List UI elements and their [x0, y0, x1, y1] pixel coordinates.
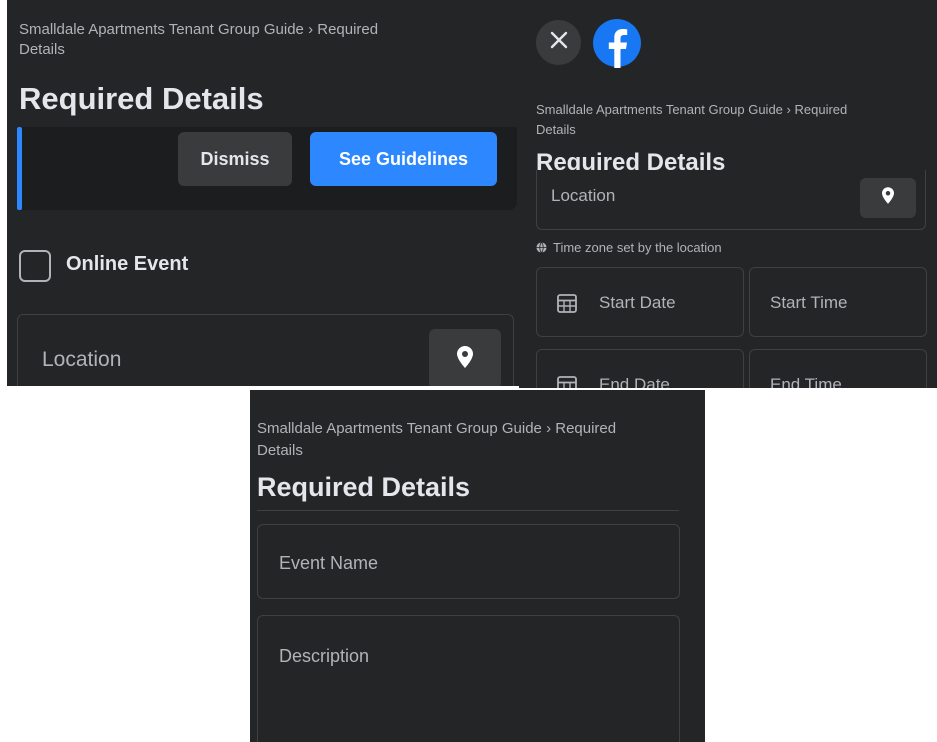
title-divider — [257, 510, 679, 511]
see-guidelines-button[interactable]: See Guidelines — [310, 132, 497, 186]
timezone-note: Time zone set by the location — [536, 240, 722, 255]
breadcrumb: Smalldale Apartments Tenant Group Guide … — [19, 20, 499, 60]
end-date-field[interactable]: End Date — [536, 349, 744, 388]
breadcrumb-current: Required — [794, 102, 848, 117]
guidelines-banner: Dismiss See Guidelines — [17, 127, 517, 210]
location-field[interactable]: Location — [17, 314, 514, 386]
start-time-field[interactable]: Start Time — [749, 267, 927, 337]
breadcrumb-group-link[interactable]: Smalldale Apartments Tenant Group Guide — [536, 102, 783, 117]
online-event-label: Online Event — [66, 253, 189, 275]
end-date-placeholder: End Date — [599, 375, 670, 388]
start-date-placeholder: Start Date — [599, 293, 676, 312]
facebook-logo-icon[interactable] — [592, 18, 642, 68]
location-pin-button[interactable] — [429, 329, 501, 386]
required-details-panel-right: Smalldale Apartments Tenant Group Guide … — [519, 0, 937, 388]
required-details-panel-bottom: Smalldale Apartments Tenant Group Guide … — [250, 390, 705, 742]
end-time-field[interactable]: End Time — [749, 349, 927, 388]
calendar-icon — [557, 375, 577, 388]
description-field[interactable]: Description — [257, 615, 680, 742]
breadcrumb: Smalldale Apartments Tenant Group Guide … — [257, 418, 677, 462]
breadcrumb-group-link[interactable]: Smalldale Apartments Tenant Group Guide — [19, 21, 304, 38]
location-field[interactable]: Location — [536, 170, 926, 230]
event-name-placeholder: Event Name — [279, 553, 379, 573]
breadcrumb-separator: › — [546, 420, 552, 437]
close-icon — [550, 31, 568, 54]
start-time-placeholder: Start Time — [770, 293, 848, 312]
banner-accent-bar — [17, 127, 22, 210]
location-placeholder: Location — [551, 186, 616, 205]
breadcrumb-current: Required — [317, 21, 379, 38]
page-title: Required Details — [257, 472, 471, 502]
breadcrumb-current-wrap: Details — [536, 122, 576, 137]
location-placeholder: Location — [42, 348, 122, 371]
map-pin-icon — [457, 345, 473, 373]
map-pin-icon — [882, 187, 894, 209]
location-pin-button[interactable] — [860, 178, 916, 218]
event-name-field[interactable]: Event Name — [257, 524, 680, 599]
breadcrumb-current-wrap: Details — [257, 442, 303, 459]
calendar-icon — [557, 293, 577, 318]
breadcrumb-current-wrap: Details — [19, 41, 65, 58]
breadcrumb: Smalldale Apartments Tenant Group Guide … — [536, 100, 926, 140]
description-placeholder: Description — [279, 646, 370, 666]
start-date-field[interactable]: Start Date — [536, 267, 744, 337]
online-event-checkbox[interactable] — [19, 250, 51, 282]
breadcrumb-group-link[interactable]: Smalldale Apartments Tenant Group Guide — [257, 420, 542, 437]
globe-icon — [536, 242, 547, 253]
required-details-panel-left: Smalldale Apartments Tenant Group Guide … — [7, 0, 519, 386]
breadcrumb-separator: › — [786, 102, 791, 117]
breadcrumb-current: Required — [555, 420, 617, 437]
breadcrumb-separator: › — [308, 21, 314, 38]
close-button[interactable] — [536, 20, 581, 65]
timezone-note-text: Time zone set by the location — [553, 240, 722, 255]
end-time-placeholder: End Time — [770, 375, 842, 388]
dismiss-button[interactable]: Dismiss — [178, 132, 292, 186]
page-title: Required Details — [19, 81, 264, 116]
